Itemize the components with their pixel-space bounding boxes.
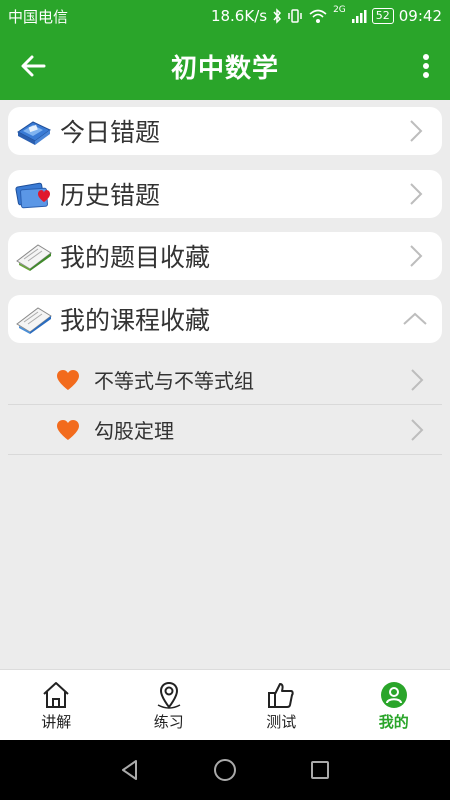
section-question-favorites[interactable]: 我的题目收藏 bbox=[8, 232, 442, 280]
section-label: 我的题目收藏 bbox=[60, 243, 211, 272]
system-nav-bar bbox=[0, 740, 450, 800]
more-vert-icon[interactable] bbox=[420, 50, 432, 82]
clock: 09:42 bbox=[398, 7, 442, 25]
list-item[interactable]: 不等式与不等式组 bbox=[8, 355, 442, 405]
recents-square-icon[interactable] bbox=[308, 758, 332, 782]
home-circle-icon[interactable] bbox=[212, 757, 238, 783]
battery-indicator: 52 bbox=[371, 8, 394, 24]
cards-heart-icon bbox=[12, 174, 56, 214]
list-item-label: 不等式与不等式组 bbox=[94, 369, 254, 393]
signal-icon bbox=[351, 10, 367, 23]
user-icon bbox=[380, 682, 407, 708]
chevron-right-icon bbox=[411, 418, 424, 441]
nav-item-lecture[interactable]: 讲解 bbox=[0, 670, 113, 740]
thumbs-up-icon bbox=[268, 683, 294, 708]
wifi-icon bbox=[309, 9, 327, 23]
nav-label: 我的 bbox=[378, 713, 409, 731]
section-label: 我的课程收藏 bbox=[60, 306, 211, 335]
nav-item-mine[interactable]: 我的 bbox=[338, 670, 450, 740]
chevron-right-icon bbox=[410, 183, 423, 205]
location-pin-icon bbox=[157, 681, 181, 709]
list-item[interactable]: 勾股定理 bbox=[8, 405, 442, 455]
book-icon bbox=[12, 299, 56, 339]
chevron-right-icon bbox=[410, 120, 423, 142]
bluetooth-icon bbox=[273, 8, 282, 24]
section-history-mistakes[interactable]: 历史错题 bbox=[8, 170, 442, 218]
nav-item-test[interactable]: 测试 bbox=[225, 670, 338, 740]
book-icon bbox=[12, 236, 56, 276]
status-bar: 中国电信 18.6K/s 2G 52 09:42 bbox=[0, 0, 450, 32]
nav-item-practice[interactable]: 练习 bbox=[113, 670, 226, 740]
carrier-label: 中国电信 bbox=[8, 7, 69, 26]
nav-label: 测试 bbox=[266, 713, 297, 731]
section-course-favorites[interactable]: 我的课程收藏 bbox=[8, 295, 442, 343]
nav-label: 练习 bbox=[153, 713, 184, 731]
back-triangle-icon[interactable] bbox=[118, 758, 142, 782]
network-speed: 18.6K/s bbox=[210, 7, 268, 25]
app-bar: 初中数学 bbox=[0, 32, 450, 100]
network-type-badge: 2G bbox=[333, 5, 346, 15]
page-title: 初中数学 bbox=[170, 54, 279, 84]
chevron-right-icon bbox=[410, 245, 423, 267]
home-icon bbox=[43, 682, 69, 708]
chevron-up-icon bbox=[403, 312, 427, 325]
heart-icon bbox=[57, 419, 79, 440]
chevron-right-icon bbox=[411, 368, 424, 391]
vibrate-icon bbox=[288, 9, 302, 23]
heart-icon bbox=[57, 369, 79, 390]
puzzle-icon bbox=[12, 111, 56, 151]
list-item-label: 勾股定理 bbox=[94, 419, 174, 443]
status-icons: 18.6K/s 2G 52 09:42 bbox=[210, 5, 442, 25]
section-label: 历史错题 bbox=[60, 181, 161, 210]
section-today-mistakes[interactable]: 今日错题 bbox=[8, 107, 442, 155]
nav-label: 讲解 bbox=[41, 713, 72, 731]
section-label: 今日错题 bbox=[60, 118, 161, 147]
bottom-nav: 讲解 练习 测试 我的 bbox=[0, 669, 450, 740]
